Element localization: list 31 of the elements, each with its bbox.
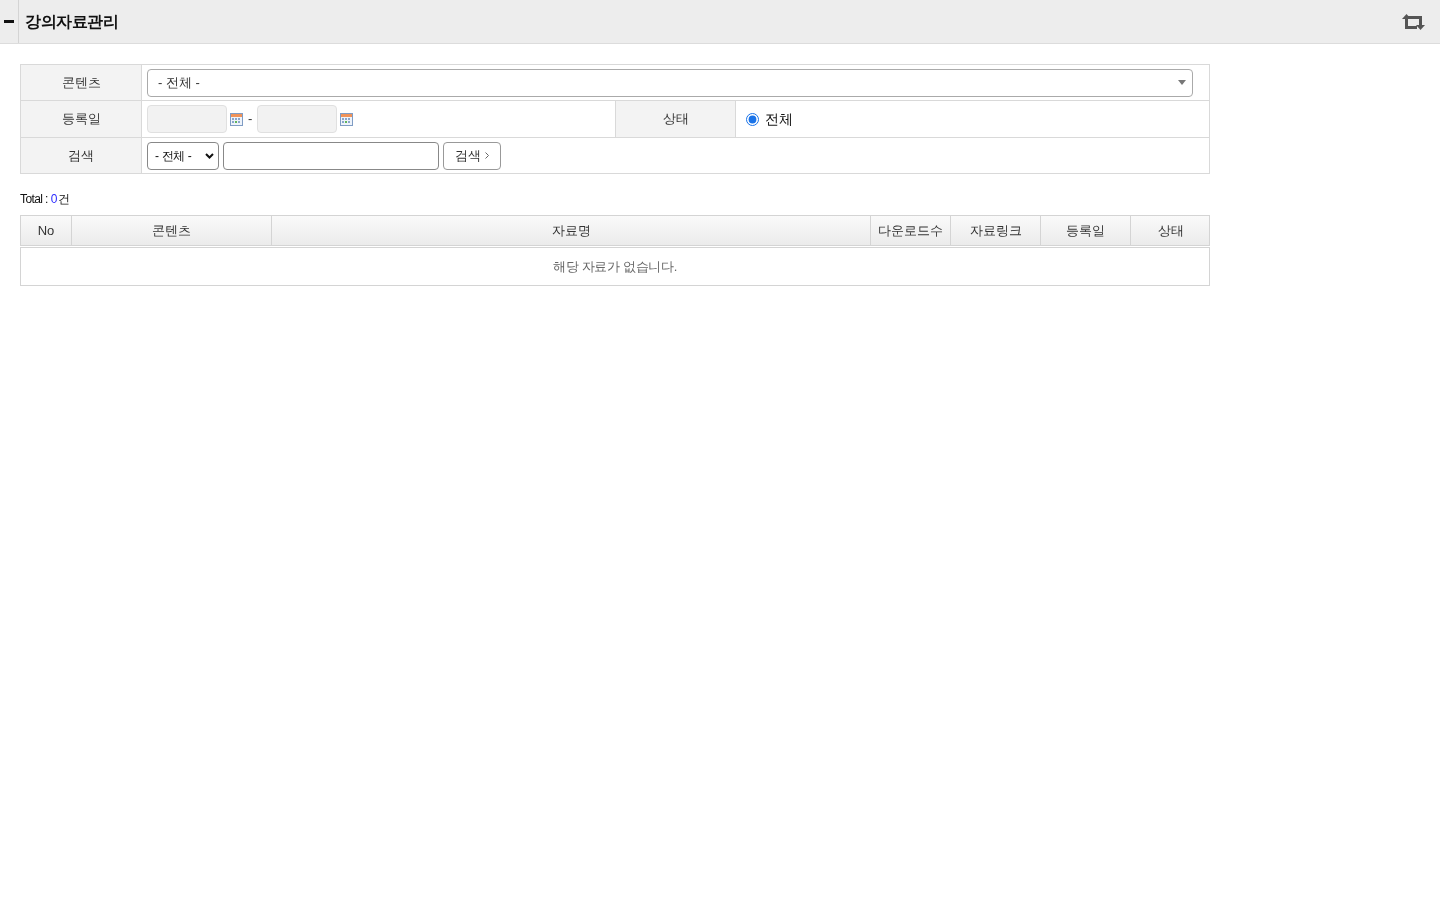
search-scope-select[interactable]: - 전체 -	[147, 141, 219, 170]
refresh-icon[interactable]	[1402, 13, 1425, 30]
field-label: 콘텐츠	[61, 73, 101, 92]
radio-label: 전체	[765, 109, 793, 129]
calendar-icon[interactable]	[340, 112, 354, 126]
column-header: 등록일	[1040, 216, 1130, 245]
total-unit: 건	[57, 191, 70, 208]
column-header: 자료명	[271, 216, 870, 245]
field-label: 등록일	[61, 110, 101, 129]
page-title: 강의자료관리	[25, 11, 118, 32]
radio-button[interactable]	[746, 112, 759, 126]
content-select[interactable]: - 전체 -	[147, 68, 1193, 97]
date-input-field[interactable]	[147, 105, 227, 133]
calendar-icon[interactable]	[230, 112, 243, 126]
field-label: 검색	[68, 146, 94, 165]
total-count: 0	[50, 191, 57, 208]
column-header: 자료링크	[950, 216, 1040, 245]
chevron-right-icon	[485, 152, 489, 159]
search-input-field[interactable]	[223, 141, 439, 170]
caret-icon	[1178, 80, 1186, 85]
date-input-field[interactable]	[257, 105, 338, 133]
column-header: 다운로드수	[870, 216, 950, 245]
column-header: No	[36, 221, 56, 240]
empty-message: 해당 자료가 없습니다.	[552, 257, 678, 276]
total-label: Total :	[20, 191, 48, 208]
chevron-down-icon	[205, 152, 214, 159]
column-header: 상태	[1130, 216, 1210, 245]
column-header: 콘텐츠	[71, 216, 271, 245]
date-separator: -	[247, 110, 254, 129]
search-button[interactable]: 검색	[443, 141, 501, 170]
field-label: 상태	[662, 110, 689, 129]
